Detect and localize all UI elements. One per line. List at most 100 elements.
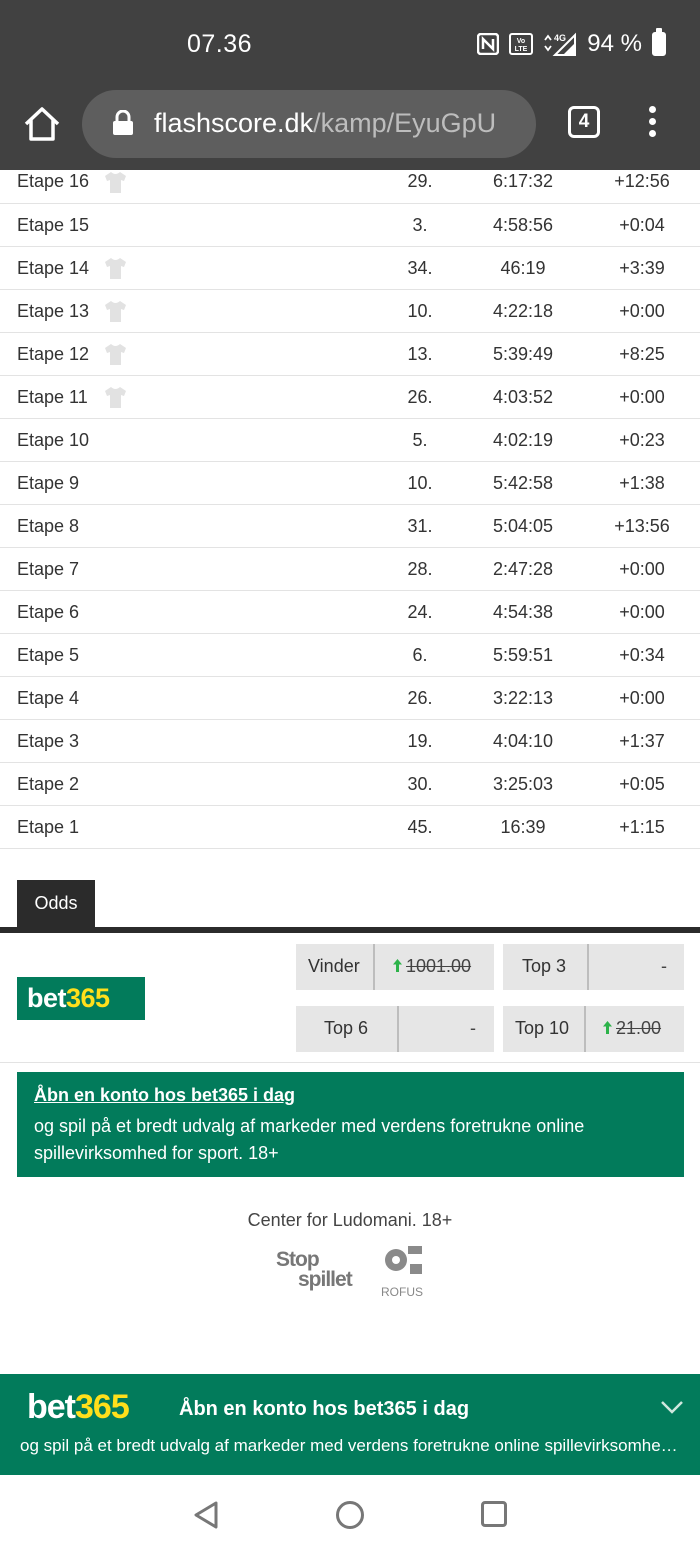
battery-percent: 94 % — [587, 30, 642, 57]
table-row[interactable]: Etape 3 19. 4:04:10 +1:37 — [0, 720, 700, 763]
nfc-icon — [477, 33, 500, 55]
logo-part-365: 365 — [66, 983, 110, 1013]
table-row[interactable]: Etape 1 45. 16:39 +1:15 — [0, 806, 700, 849]
bet365-promo-box[interactable]: Åbn en konto hos bet365 i dag og spil på… — [17, 1072, 684, 1177]
home-nav-icon[interactable] — [336, 1501, 364, 1529]
recents-icon[interactable] — [481, 1501, 507, 1527]
divider — [0, 1062, 700, 1063]
table-row[interactable]: Etape 8 31. 5:04:05 +13:56 — [0, 505, 700, 548]
bet365-logo[interactable]: bet365 — [17, 977, 145, 1020]
stage-name: Etape 3 — [17, 731, 80, 751]
stopspillet-logo-line2: spillet — [298, 1268, 353, 1291]
stage-time: 4:22:18 — [492, 301, 554, 321]
stage-rank: 3. — [412, 215, 428, 235]
jersey-icon — [103, 170, 128, 195]
tab-odds[interactable]: Odds — [17, 880, 95, 928]
chevron-down-icon[interactable] — [660, 1399, 684, 1415]
stage-time: 4:03:52 — [492, 387, 554, 407]
stage-name: Etape 4 — [17, 688, 80, 708]
stage-rank: 13. — [407, 344, 433, 364]
stopspillet-logo-line1: Stop — [276, 1248, 320, 1271]
stage-gap: +0:04 — [619, 215, 665, 235]
stage-rank: 19. — [407, 731, 433, 751]
stage-gap: +0:05 — [619, 774, 665, 794]
table-row[interactable]: Etape 4 26. 3:22:13 +0:00 — [0, 677, 700, 720]
volte-icon: VoLTE — [509, 33, 534, 55]
stage-rank: 10. — [407, 301, 433, 321]
odds-separator — [397, 1006, 399, 1052]
bet365-sticky-banner[interactable]: bet365 Åbn en konto hos bet365 i dag og … — [0, 1374, 700, 1475]
table-row[interactable]: Etape 10 5. 4:02:19 +0:23 — [0, 419, 700, 462]
more-menu-icon[interactable] — [646, 106, 658, 142]
svg-text:Vo: Vo — [517, 38, 525, 45]
stage-time: 5:59:51 — [492, 645, 554, 665]
stage-gap: +0:00 — [619, 688, 665, 708]
stage-rank: 24. — [407, 602, 433, 622]
back-icon[interactable] — [192, 1500, 222, 1530]
tab-switcher-button[interactable]: 4 — [568, 106, 600, 138]
stage-name: Etape 2 — [17, 774, 80, 794]
stage-results-table: Etape 16 29. 6:17:32 +12:56 Etape 15 3. 4:58:5… — [0, 170, 700, 849]
odds-separator — [587, 944, 589, 990]
arrow-up-icon — [603, 1021, 612, 1034]
odds-winner[interactable]: Vinder 1001.00 — [296, 944, 494, 990]
stage-name: Etape 15 — [17, 215, 90, 235]
svg-text:LTE: LTE — [515, 46, 528, 53]
jersey-icon — [103, 385, 128, 410]
stage-time: 3:25:03 — [492, 774, 554, 794]
stage-rank: 34. — [407, 258, 433, 278]
table-row[interactable]: Etape 13 10. 4:22:18 +0:00 — [0, 290, 700, 333]
odds-number: 21.00 — [616, 1018, 662, 1038]
table-row[interactable]: Etape 16 29. 6:17:32 +12:56 — [0, 170, 700, 204]
odds-value: 21.00 — [602, 1018, 661, 1039]
stage-name: Etape 5 — [17, 645, 80, 665]
stage-time: 4:04:10 — [492, 731, 554, 751]
table-row[interactable]: Etape 2 30. 3:25:03 +0:05 — [0, 763, 700, 806]
stage-time: 4:54:38 — [492, 602, 554, 622]
table-row[interactable]: Etape 7 28. 2:47:28 +0:00 — [0, 548, 700, 591]
odds-top3[interactable]: Top 3 - — [503, 944, 684, 990]
url-path: /kamp/EyuGpU — [313, 108, 497, 138]
stage-name: Etape 12 — [17, 344, 90, 364]
odds-label: Top 6 — [324, 1018, 369, 1038]
lock-icon — [113, 110, 133, 135]
stage-time: 3:22:13 — [492, 688, 554, 708]
arrow-up-icon — [393, 959, 402, 972]
odds-top10[interactable]: Top 10 21.00 — [503, 1006, 684, 1052]
stage-time: 6:17:32 — [492, 171, 554, 191]
odds-number: 1001.00 — [406, 956, 472, 976]
rofus-label: ROFUS — [381, 1285, 423, 1299]
stage-gap: +0:00 — [619, 602, 665, 622]
stopspillet-logo[interactable]: Stop spillet — [276, 1248, 360, 1294]
table-row[interactable]: Etape 5 6. 5:59:51 +0:34 — [0, 634, 700, 677]
stage-gap: +0:00 — [619, 387, 665, 407]
promo-title-link[interactable]: Åbn en konto hos bet365 i dag — [34, 1085, 667, 1106]
rofus-logo[interactable]: ROFUS — [378, 1242, 426, 1304]
table-row[interactable]: Etape 15 3. 4:58:56 +0:04 — [0, 204, 700, 247]
stage-gap: +1:37 — [619, 731, 665, 751]
banner-logo-bet: bet — [27, 1388, 76, 1426]
stage-time: 2:47:28 — [492, 559, 554, 579]
odds-separator — [373, 944, 375, 990]
table-row[interactable]: Etape 11 26. 4:03:52 +0:00 — [0, 376, 700, 419]
home-icon[interactable] — [22, 104, 62, 144]
status-bar: 07.36 Vo LTE 4G 94 % — [0, 0, 700, 88]
url-text[interactable]: flashscore.dk/kamp/EyuGpU — [154, 108, 524, 139]
stage-name: Etape 13 — [17, 301, 90, 321]
table-row[interactable]: Etape 6 24. 4:54:38 +0:00 — [0, 591, 700, 634]
browser-toolbar: flashscore.dk/kamp/EyuGpU 4 — [0, 88, 700, 170]
table-row[interactable]: Etape 9 10. 5:42:58 +1:38 — [0, 462, 700, 505]
url-bar[interactable]: flashscore.dk/kamp/EyuGpU — [82, 90, 536, 158]
battery-icon — [652, 28, 666, 56]
bet365-banner-logo: bet365 — [27, 1388, 130, 1427]
table-row[interactable]: Etape 12 13. 5:39:49 +8:25 — [0, 333, 700, 376]
stage-gap: +0:34 — [619, 645, 665, 665]
url-host: flashscore.dk — [154, 108, 314, 138]
odds-top6[interactable]: Top 6 - — [296, 1006, 494, 1052]
stage-rank: 29. — [407, 171, 433, 191]
stage-rank: 6. — [412, 645, 428, 665]
promo-description: og spil på et bredt udvalg af markeder m… — [34, 1116, 585, 1163]
stage-name: Etape 8 — [17, 516, 80, 536]
odds-label: Top 3 — [522, 956, 567, 976]
table-row[interactable]: Etape 14 34. 46:19 +3:39 — [0, 247, 700, 290]
